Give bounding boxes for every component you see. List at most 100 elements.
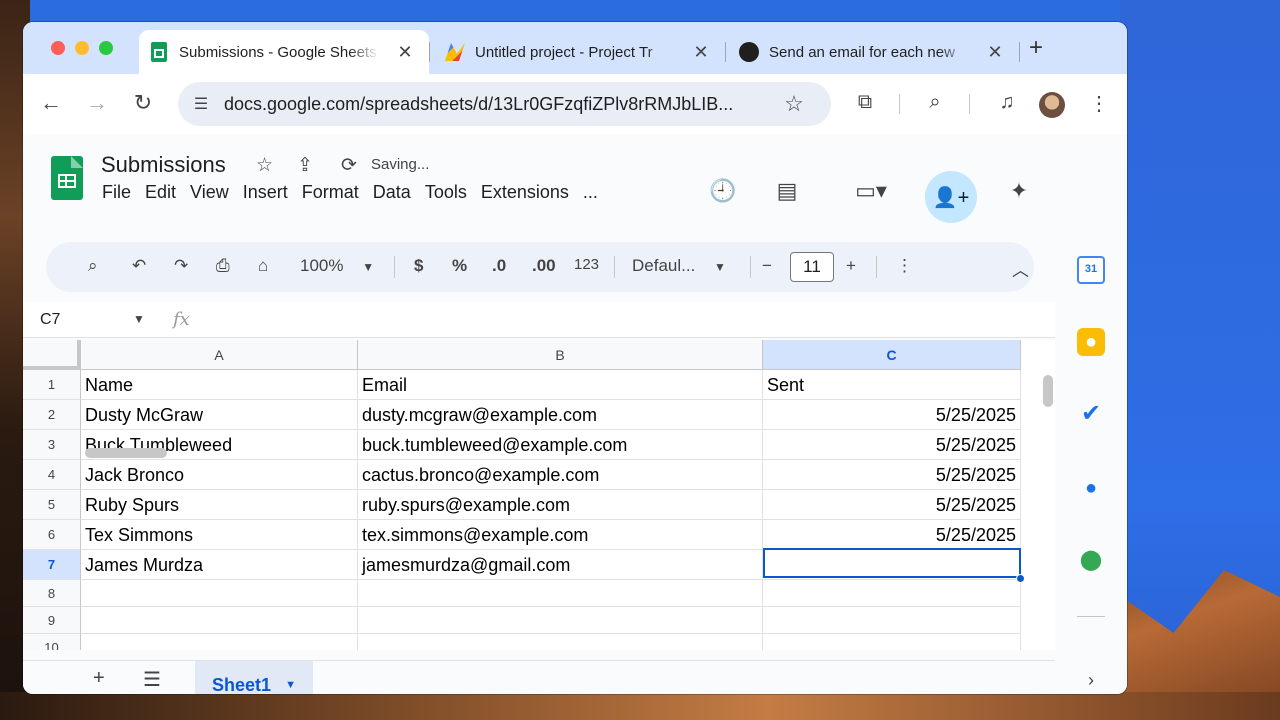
bookmark-star-icon[interactable]: ☆ bbox=[774, 91, 814, 117]
move-folder-icon[interactable]: ⇪ bbox=[297, 154, 313, 177]
add-sheet-icon[interactable]: + bbox=[93, 667, 105, 690]
column-header-c[interactable]: C bbox=[763, 340, 1021, 370]
media-control-icon[interactable]: ♫ bbox=[993, 91, 1021, 114]
increase-decimal-button[interactable]: .00 bbox=[532, 256, 556, 276]
print-icon[interactable]: ⎙ bbox=[216, 256, 230, 276]
row-header[interactable]: 8 bbox=[23, 580, 81, 607]
currency-format-button[interactable]: $ bbox=[414, 256, 423, 276]
grid-cell[interactable]: 5/25/2025 bbox=[763, 460, 1021, 490]
more-vert-icon[interactable]: ⋮ bbox=[1085, 91, 1113, 116]
redo-icon[interactable]: ↷ bbox=[174, 256, 188, 276]
paint-format-icon[interactable]: ⌂ bbox=[258, 256, 268, 276]
search-icon[interactable]: ⌕ bbox=[88, 256, 98, 276]
grid-cell[interactable] bbox=[763, 634, 1021, 650]
column-header-a[interactable]: A bbox=[81, 340, 358, 370]
browser-tab-apps-script[interactable]: Untitled project - Project Tr ✕ bbox=[433, 30, 723, 74]
document-title[interactable]: Submissions bbox=[101, 152, 226, 178]
grid-cell[interactable]: 5/25/2025 bbox=[763, 430, 1021, 460]
menu-format[interactable]: Format bbox=[295, 182, 366, 203]
font-size-decrease-button[interactable]: − bbox=[762, 256, 772, 276]
number-format-button[interactable]: 123 bbox=[574, 256, 599, 273]
grid-cell[interactable]: Name bbox=[81, 370, 358, 400]
menu-file[interactable]: File bbox=[95, 182, 138, 203]
horizontal-scrollbar[interactable] bbox=[85, 448, 167, 458]
row-header[interactable]: 1 bbox=[23, 370, 81, 400]
grid-cell[interactable]: 5/25/2025 bbox=[763, 490, 1021, 520]
window-close-button[interactable] bbox=[51, 41, 65, 55]
search-tab-icon[interactable]: ⌕ bbox=[921, 91, 949, 114]
menu-insert[interactable]: Insert bbox=[236, 182, 295, 203]
grid-cell[interactable]: tex.simmons@example.com bbox=[358, 520, 763, 550]
close-icon[interactable]: ✕ bbox=[691, 42, 711, 63]
share-button[interactable]: 👤+ bbox=[925, 171, 977, 223]
browser-tab-github[interactable]: Send an email for each new ✕ bbox=[727, 30, 1017, 74]
back-arrow-icon[interactable]: ← bbox=[37, 90, 65, 116]
chevron-down-icon[interactable]: ▼ bbox=[285, 679, 296, 691]
grid-cell[interactable]: 5/25/2025 bbox=[763, 520, 1021, 550]
font-select[interactable]: Defaul... ▼ bbox=[632, 256, 726, 276]
grid-cell[interactable]: Sent bbox=[763, 370, 1021, 400]
grid-cell[interactable] bbox=[81, 607, 358, 634]
menu-extensions[interactable]: Extensions bbox=[474, 182, 576, 203]
chevron-up-icon[interactable]: ︿ bbox=[1012, 256, 1029, 281]
forward-arrow-icon[interactable]: → bbox=[83, 90, 111, 116]
percent-format-button[interactable]: % bbox=[452, 256, 467, 276]
grid-cell[interactable]: buck.tumbleweed@example.com bbox=[358, 430, 763, 460]
contacts-icon[interactable]: ● bbox=[1077, 474, 1105, 502]
grid-cell[interactable]: Dusty McGraw bbox=[81, 400, 358, 430]
row-header[interactable]: 9 bbox=[23, 607, 81, 634]
select-all-corner[interactable] bbox=[23, 340, 81, 370]
grid-cell[interactable] bbox=[358, 580, 763, 607]
keep-icon[interactable]: ● bbox=[1077, 328, 1105, 356]
sheet-tab[interactable]: Sheet1 ▼ bbox=[195, 661, 313, 694]
star-icon[interactable]: ☆ bbox=[256, 154, 273, 177]
calendar-icon[interactable]: 31 bbox=[1077, 256, 1105, 284]
extensions-icon[interactable]: ⧉ bbox=[851, 91, 879, 114]
grid-cell[interactable] bbox=[358, 634, 763, 650]
zoom-select[interactable]: 100% ▼ bbox=[300, 256, 374, 276]
menu-data[interactable]: Data bbox=[366, 182, 418, 203]
maps-icon[interactable]: ⬤ bbox=[1077, 546, 1105, 574]
menu-edit[interactable]: Edit bbox=[138, 182, 183, 203]
grid-cell[interactable]: Ruby Spurs bbox=[81, 490, 358, 520]
grid-cell[interactable]: dusty.mcgraw@example.com bbox=[358, 400, 763, 430]
reload-icon[interactable]: ↻ bbox=[129, 90, 157, 116]
address-bar[interactable]: ☰ docs.google.com/spreadsheets/d/13Lr0GF… bbox=[178, 82, 831, 126]
row-header[interactable]: 3 bbox=[23, 430, 81, 460]
grid-cell[interactable] bbox=[358, 607, 763, 634]
font-size-increase-button[interactable]: + bbox=[846, 256, 856, 276]
grid-cell[interactable] bbox=[763, 607, 1021, 634]
comments-icon[interactable]: ▤ bbox=[771, 178, 803, 204]
sheets-logo-icon[interactable] bbox=[51, 156, 83, 200]
more-vert-icon[interactable]: ⋮ bbox=[896, 256, 913, 276]
all-sheets-menu-icon[interactable]: ☰ bbox=[143, 667, 161, 692]
row-header[interactable]: 4 bbox=[23, 460, 81, 490]
undo-icon[interactable]: ↶ bbox=[132, 256, 146, 276]
name-box[interactable]: C7 bbox=[40, 311, 60, 329]
grid-cell[interactable]: Jack Bronco bbox=[81, 460, 358, 490]
menu-more[interactable]: ... bbox=[576, 182, 605, 203]
gemini-sparkle-icon[interactable]: ✦ bbox=[1003, 178, 1035, 204]
grid-cell[interactable] bbox=[763, 580, 1021, 607]
menu-view[interactable]: View bbox=[183, 182, 236, 203]
row-header[interactable]: 7 bbox=[23, 550, 81, 580]
row-header[interactable]: 2 bbox=[23, 400, 81, 430]
grid-cell[interactable]: jamesmurdza@gmail.com bbox=[358, 550, 763, 580]
window-minimize-button[interactable] bbox=[75, 41, 89, 55]
meet-video-icon[interactable]: ▭▾ bbox=[843, 178, 899, 204]
grid-cell[interactable]: Tex Simmons bbox=[81, 520, 358, 550]
grid-cell[interactable]: cactus.bronco@example.com bbox=[358, 460, 763, 490]
window-zoom-button[interactable] bbox=[99, 41, 113, 55]
row-header[interactable]: 10 bbox=[23, 634, 81, 650]
menu-tools[interactable]: Tools bbox=[418, 182, 474, 203]
grid-cell[interactable]: Email bbox=[358, 370, 763, 400]
grid-cell[interactable] bbox=[81, 580, 358, 607]
selected-cell-c7[interactable] bbox=[763, 548, 1021, 578]
chevron-right-icon[interactable]: › bbox=[1077, 666, 1105, 694]
grid-cell[interactable]: James Murdza bbox=[81, 550, 358, 580]
chevron-down-icon[interactable]: ▼ bbox=[133, 312, 145, 326]
site-settings-icon[interactable]: ☰ bbox=[178, 94, 224, 114]
grid-cell[interactable]: ruby.spurs@example.com bbox=[358, 490, 763, 520]
close-icon[interactable]: ✕ bbox=[395, 42, 415, 63]
vertical-scrollbar[interactable] bbox=[1043, 375, 1053, 407]
